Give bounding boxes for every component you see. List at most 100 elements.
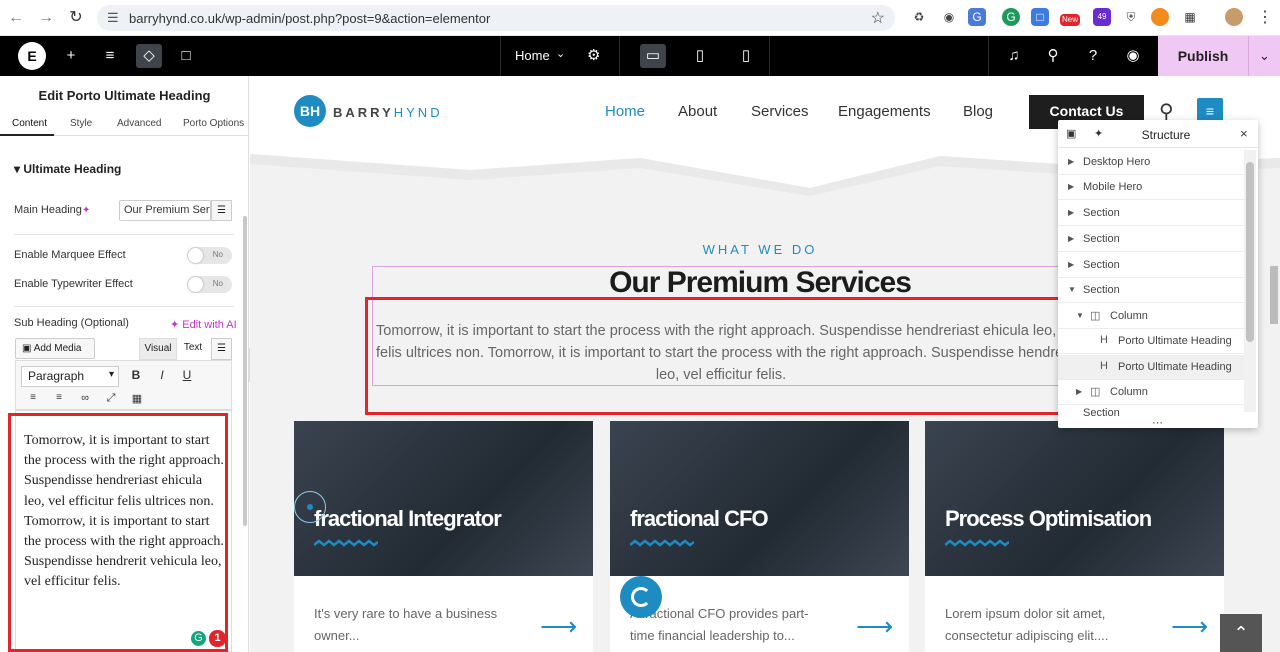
mobile-device-icon[interactable]: ▯ [733, 44, 759, 68]
toolbar-toggle-icon[interactable]: ▦ [128, 392, 146, 405]
grammar-issue-count[interactable]: 1 [209, 630, 226, 647]
publish-options-chevron-icon[interactable]: ⌄ [1248, 36, 1280, 76]
arrow-right-icon[interactable]: ⟶ [540, 611, 577, 642]
bookmark-star-icon[interactable]: ☆ [871, 8, 885, 28]
nav-about[interactable]: About [678, 103, 717, 120]
format-select[interactable]: Paragraph ▾ [21, 366, 119, 387]
puzzle-extensions-icon[interactable]: ▦ [1181, 8, 1199, 26]
grammarly-extension-icon[interactable]: G [1002, 8, 1020, 26]
add-element-icon[interactable]: + [58, 44, 84, 68]
tab-porto-options[interactable]: Porto Options [183, 118, 244, 129]
dynamic-tags-icon[interactable]: ☰ [211, 338, 232, 360]
desktop-device-icon[interactable]: ▭ [640, 44, 666, 68]
preview-eye-icon[interactable]: ◉ [1120, 44, 1146, 68]
elementor-logo-icon[interactable]: E [18, 42, 46, 70]
link-icon[interactable]: ∞ [76, 392, 94, 404]
section-ultimate-heading[interactable]: ▾ Ultimate Heading [14, 162, 121, 176]
elementor-top-bar: E + ≡ ◇ □ Home ⌄ ⚙ ▭ ▯ ▯ ♫ ⚲ ? ◉ Publish… [0, 36, 1280, 76]
profile-avatar[interactable] [1225, 8, 1243, 26]
bullet-list-icon[interactable]: ≡ [24, 392, 42, 403]
page-name: Home [515, 48, 550, 63]
tablet-device-icon[interactable]: ▯ [687, 44, 713, 68]
scrollbar-thumb[interactable] [1246, 162, 1254, 342]
structure-row[interactable]: ▶ Desktop Hero [1058, 150, 1246, 175]
divider [14, 306, 234, 307]
address-bar[interactable]: ☰ barryhynd.co.uk/wp-admin/post.php?post… [97, 5, 895, 31]
new-badge-extension[interactable]: New [1060, 14, 1080, 26]
structure-row[interactable]: ▶ Section [1058, 253, 1246, 278]
visual-editor-tab[interactable]: Visual [139, 338, 177, 360]
italic-icon[interactable]: I [153, 368, 171, 382]
service-card[interactable]: Process Optimisation Lorem ipsum dolor s… [925, 421, 1224, 652]
back-icon[interactable]: ← [6, 8, 26, 28]
help-icon[interactable]: ? [1080, 44, 1106, 68]
main-heading-input[interactable]: Our Premium Services [119, 200, 211, 221]
shield-extension-icon[interactable]: ⛨ [1122, 8, 1140, 26]
edit-with-ai-label: Edit with AI [182, 319, 237, 331]
nav-engagements[interactable]: Engagements [838, 103, 931, 120]
nav-home[interactable]: Home [605, 103, 645, 120]
structure-row[interactable]: H Porto Ultimate Heading [1058, 329, 1246, 354]
nav-services[interactable]: Services [751, 103, 809, 120]
reload-icon[interactable]: ↻ [66, 8, 86, 28]
translate-extension-icon[interactable]: G [968, 8, 986, 26]
search-icon[interactable]: ⚲ [1040, 44, 1066, 68]
forward-icon[interactable]: → [36, 8, 56, 28]
structure-row[interactable]: ▶ Section [1058, 201, 1246, 226]
device-switcher: ▭ ▯ ▯ [620, 36, 770, 76]
recycle-extension-icon[interactable]: ♻ [910, 8, 928, 26]
card-description: A fractional CFO provides part-time fina… [630, 606, 809, 643]
scroll-to-top-icon[interactable]: ⌃ [1220, 614, 1262, 652]
extension-count-badge[interactable]: 49 [1093, 8, 1111, 26]
edit-with-ai-button[interactable]: ✦ Edit with AI [170, 318, 237, 331]
comments-icon[interactable]: □ [173, 44, 199, 68]
tab-style[interactable]: Style [70, 118, 92, 129]
arrow-right-icon[interactable]: ⟶ [1171, 611, 1208, 642]
notifications-megaphone-icon[interactable]: ♫ [1001, 44, 1027, 68]
structure-row[interactable]: ▶ ◫ Column [1058, 380, 1246, 405]
marquee-toggle[interactable]: No [187, 247, 232, 264]
column-icon: ◫ [1090, 386, 1101, 398]
structure-row[interactable]: ▶ Mobile Hero [1058, 175, 1246, 200]
publish-button[interactable]: Publish [1158, 36, 1248, 76]
service-card[interactable]: fractional Integrator It's very rare to … [294, 421, 593, 652]
loading-spinner-icon [620, 576, 662, 618]
docs-extension-icon[interactable]: □ [1031, 8, 1049, 26]
page-selector[interactable]: Home ⌄ ⚙ [500, 36, 620, 76]
structure-row[interactable]: ▶ Section [1058, 227, 1246, 252]
site-settings-icon[interactable]: ≡ [97, 44, 123, 68]
arrow-right-icon[interactable]: ⟶ [856, 611, 893, 642]
structure-row[interactable]: ▼ ◫ Column [1058, 304, 1246, 329]
structure-layers-icon[interactable]: ◇ [136, 44, 162, 68]
underline-icon[interactable]: U [178, 368, 196, 382]
panel-title: Edit Porto Ultimate Heading [38, 88, 211, 103]
ai-sparkle-icon[interactable]: ✦ [82, 205, 90, 216]
structure-scrollbar[interactable] [1244, 150, 1256, 412]
page-settings-gear-icon[interactable]: ⚙ [587, 46, 600, 64]
browser-menu-icon[interactable]: ⋮ [1255, 8, 1275, 28]
tab-advanced[interactable]: Advanced [117, 118, 161, 129]
canvas-scrollbar[interactable] [1270, 266, 1278, 324]
numbered-list-icon[interactable]: ≡ [50, 392, 68, 403]
site-info-icon[interactable]: ☰ [107, 10, 119, 26]
resize-handle-icon[interactable]: ⋯ [1152, 416, 1163, 429]
fullscreen-icon[interactable]: ⤢ [102, 392, 120, 405]
tab-content[interactable]: Content [12, 118, 47, 129]
text-editor-tab[interactable]: Text [177, 338, 209, 360]
circle-extension-icon[interactable] [1151, 8, 1169, 26]
close-icon[interactable]: × [1240, 126, 1248, 141]
grammarly-icon[interactable]: G [191, 631, 206, 646]
camera-extension-icon[interactable]: ◉ [940, 8, 958, 26]
service-card[interactable]: fractional CFO A fractional CFO provides… [610, 421, 909, 652]
caret-right-icon: ▶ [1068, 157, 1075, 166]
panel-scrollbar[interactable] [243, 216, 247, 526]
typewriter-toggle[interactable]: No [187, 276, 232, 293]
structure-row[interactable]: ▼ Section [1058, 278, 1246, 303]
nav-blog[interactable]: Blog [963, 103, 993, 120]
dynamic-tags-icon[interactable]: ☰ [211, 200, 232, 221]
add-media-button[interactable]: ▣ Add Media [15, 338, 95, 359]
bold-icon[interactable]: B [127, 368, 145, 382]
brand-name[interactable]: BARRYHYND [333, 105, 443, 120]
brand-logo-icon[interactable]: BH [294, 95, 326, 127]
structure-row-selected[interactable]: H Porto Ultimate Heading [1058, 355, 1246, 380]
